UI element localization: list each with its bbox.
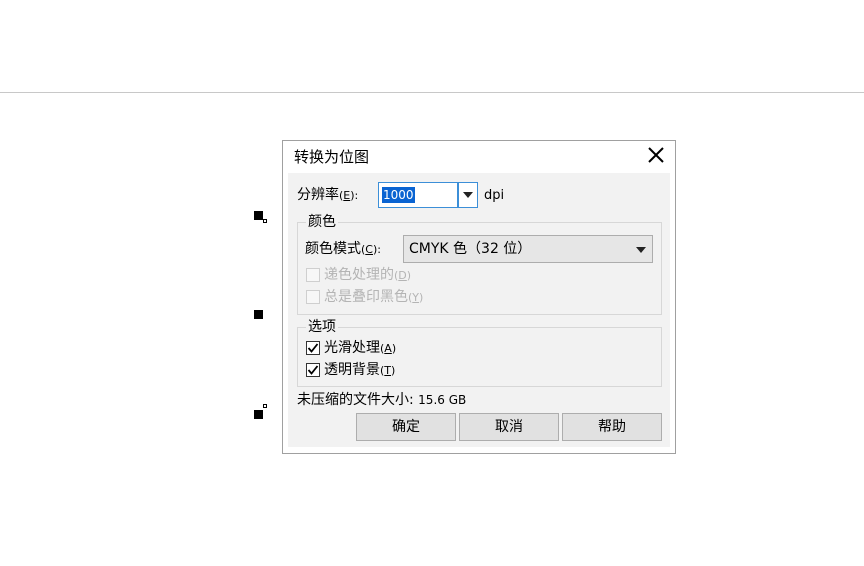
selection-handle-top-left[interactable] (254, 211, 263, 220)
rotation-handle-dot[interactable] (263, 404, 267, 408)
resolution-label: 分辨率(E): (297, 187, 359, 203)
dither-checkbox[interactable] (306, 268, 320, 282)
cancel-button[interactable]: 取消 (459, 413, 559, 441)
resolution-dropdown-button[interactable] (458, 182, 478, 208)
rotation-handle-dot[interactable] (263, 219, 267, 223)
options-group-legend: 选项 (306, 318, 338, 336)
ok-button[interactable]: 确定 (356, 413, 456, 441)
resolution-unit: dpi (484, 188, 505, 203)
help-button[interactable]: 帮助 (562, 413, 662, 441)
chevron-down-icon (463, 192, 473, 198)
resolution-value: 1000 (382, 187, 415, 203)
color-mode-select[interactable]: CMYK 色（32 位） (403, 235, 653, 263)
dither-label: 递色处理的(D) (324, 267, 412, 283)
selection-handle-bottom-left[interactable] (254, 410, 263, 419)
color-group-legend: 颜色 (306, 213, 338, 231)
dialog-body: 分辨率(E): 1000 dpi 颜色 颜色模式(C): CMYK 色（32 位… (288, 173, 670, 447)
selection-handle-middle-left[interactable] (254, 310, 263, 319)
uncompressed-size-row: 未压缩的文件大小: 15.6 GB (297, 391, 466, 409)
transparent-background-label: 透明背景(T) (324, 362, 396, 378)
page-divider-line (0, 92, 864, 93)
close-button[interactable] (643, 143, 669, 167)
uncompressed-size-value: 15.6 GB (418, 393, 467, 407)
color-mode-value: CMYK 色（32 位） (409, 241, 532, 257)
transparent-background-checkbox[interactable] (306, 363, 320, 377)
convert-to-bitmap-dialog: 转换为位图 分辨率(E): 1000 dpi 颜色 颜色模式(C): CMYK … (282, 140, 676, 454)
antialias-checkbox[interactable] (306, 341, 320, 355)
resolution-input[interactable]: 1000 (378, 182, 458, 208)
uncompressed-size-label: 未压缩的文件大小: (297, 392, 414, 408)
close-icon (648, 147, 664, 163)
checkmark-icon (307, 365, 319, 375)
chevron-down-icon (636, 247, 646, 253)
antialias-label: 光滑处理(A) (324, 340, 397, 356)
overprint-black-checkbox[interactable] (306, 290, 320, 304)
overprint-black-label: 总是叠印黑色(Y) (324, 289, 424, 305)
color-mode-label: 颜色模式(C): (305, 241, 381, 257)
checkmark-icon (307, 343, 319, 353)
dialog-title: 转换为位图 (294, 148, 370, 166)
